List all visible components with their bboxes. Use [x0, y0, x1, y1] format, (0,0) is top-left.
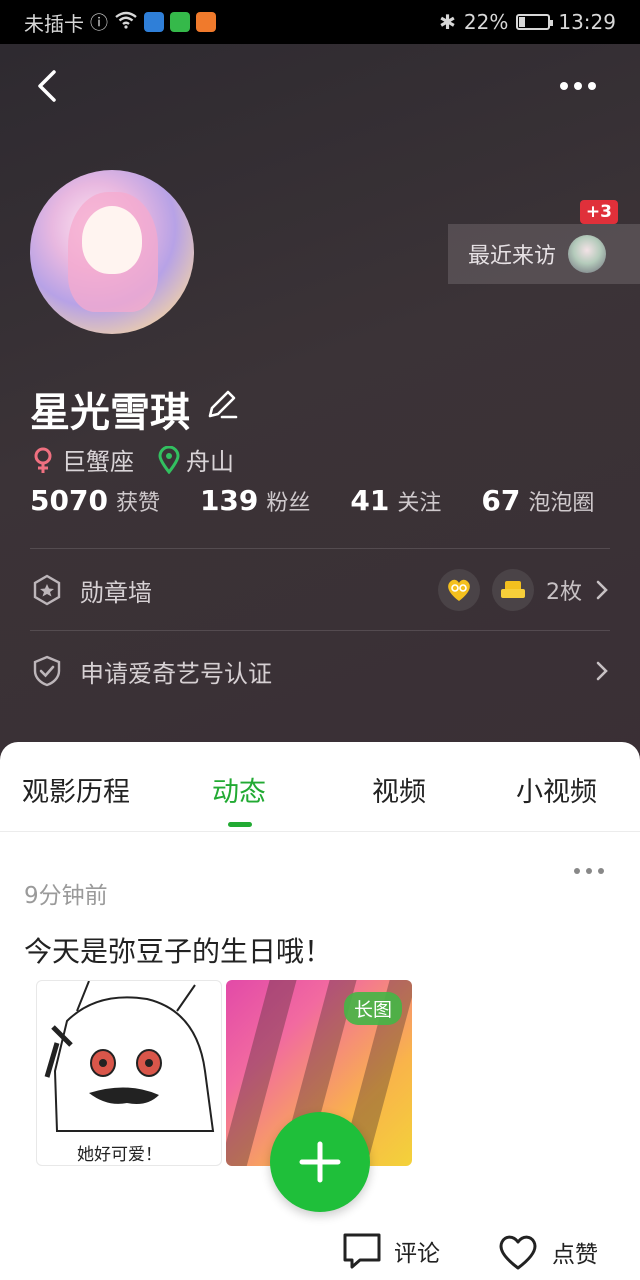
- heart-medal-icon: [438, 569, 480, 611]
- post-more-button[interactable]: [574, 868, 604, 874]
- profile-stats: 5070 获赞 139 粉丝 41 关注 67 泡泡圈: [30, 484, 634, 517]
- wifi-icon: [114, 10, 138, 34]
- avatar[interactable]: [30, 170, 194, 334]
- recent-visitors-button[interactable]: 最近来访: [448, 224, 640, 284]
- medal-count: 2枚: [546, 580, 582, 605]
- post-text: 今天是弥豆子的生日哦！: [24, 935, 333, 968]
- recent-visitors-label: 最近来访: [468, 244, 557, 269]
- battery-percent: 22%: [463, 10, 509, 34]
- profile-header: +3 最近来访 星光雪琪 巨蟹座 舟山 5070 获赞 139 粉丝 41 关注…: [0, 44, 640, 774]
- tab-short-videos[interactable]: 小视频: [516, 770, 597, 809]
- post-image-1-caption: 她好可爱！: [77, 1145, 162, 1165]
- like-label: 点赞: [552, 1242, 598, 1268]
- tab-bar: 观影历程 动态 视频 小视频: [0, 742, 640, 832]
- stat-circles[interactable]: 67 泡泡圈: [481, 484, 594, 517]
- medal-hexagon-icon: [30, 573, 64, 607]
- sofa-medal-icon: [492, 569, 534, 611]
- tab-activity[interactable]: 动态: [212, 770, 266, 809]
- visitor-count-badge: +3: [579, 200, 618, 224]
- video-app-icon: [196, 12, 216, 32]
- post-time: 9分钟前: [24, 883, 108, 909]
- battery-icon: [516, 14, 554, 30]
- comment-icon: [343, 1233, 381, 1269]
- zodiac-text: 巨蟹座: [62, 448, 134, 476]
- like-button[interactable]: 点赞: [496, 1232, 598, 1272]
- status-bar: 未插卡 ⓘ ✱ 22% 13:29: [0, 0, 640, 44]
- sim-alert-icon: ⓘ: [90, 13, 108, 34]
- verify-label: 申请爱奇艺号认证: [80, 659, 272, 688]
- username-row: 星光雪琪: [30, 380, 240, 438]
- chevron-left-icon: [38, 70, 56, 102]
- back-button[interactable]: [30, 66, 70, 106]
- comment-label: 评论: [394, 1241, 440, 1267]
- divider: [30, 548, 610, 549]
- clock: 13:29: [558, 10, 616, 34]
- shield-check-icon: [30, 654, 64, 688]
- stat-following[interactable]: 41 关注: [350, 484, 441, 517]
- profile-meta: 巨蟹座 舟山: [30, 442, 234, 477]
- location-pin-icon: [158, 445, 180, 474]
- tab-watch-history[interactable]: 观影历程: [22, 770, 130, 809]
- post-image-1[interactable]: 她好可爱！: [36, 980, 222, 1166]
- active-tab-indicator: [228, 822, 252, 827]
- shield-app-icon: [144, 12, 164, 32]
- more-dot-icon: [574, 82, 582, 90]
- female-icon: [34, 447, 52, 473]
- medal-wall-label: 勋章墙: [80, 578, 152, 607]
- long-image-badge: 长图: [343, 992, 402, 1025]
- bluetooth-icon: ✱: [439, 10, 456, 34]
- tab-videos[interactable]: 视频: [372, 770, 426, 809]
- more-dot-icon: [588, 82, 596, 90]
- comment-button[interactable]: 评论: [342, 1232, 440, 1270]
- carrier-text: 未插卡: [24, 11, 84, 36]
- chevron-right-icon: [596, 661, 608, 681]
- edit-name-button[interactable]: [204, 386, 240, 432]
- visitor-avatar: [568, 235, 607, 273]
- medal-wall-row[interactable]: 勋章墙 2枚: [30, 550, 610, 630]
- heart-icon: [499, 1235, 537, 1270]
- content-card: 观影历程 动态 视频 小视频 9分钟前 今天是弥豆子的生日哦！ 她好可爱！ 长图: [0, 742, 640, 1280]
- location-text: 舟山: [186, 448, 234, 476]
- stat-fans[interactable]: 139 粉丝: [200, 484, 310, 517]
- more-dot-icon: [560, 82, 568, 90]
- iqiyi-app-icon: [170, 12, 190, 32]
- stat-likes: 5070 获赞: [30, 484, 160, 517]
- verify-row[interactable]: 申请爱奇艺号认证: [30, 631, 610, 711]
- create-post-button[interactable]: [270, 1112, 370, 1212]
- plus-icon: [299, 1141, 341, 1183]
- more-options-button[interactable]: [556, 68, 600, 104]
- pencil-icon: [208, 390, 238, 419]
- chevron-right-icon: [596, 580, 608, 600]
- post-actions: 评论 点赞: [0, 1232, 640, 1276]
- username: 星光雪琪: [30, 390, 190, 436]
